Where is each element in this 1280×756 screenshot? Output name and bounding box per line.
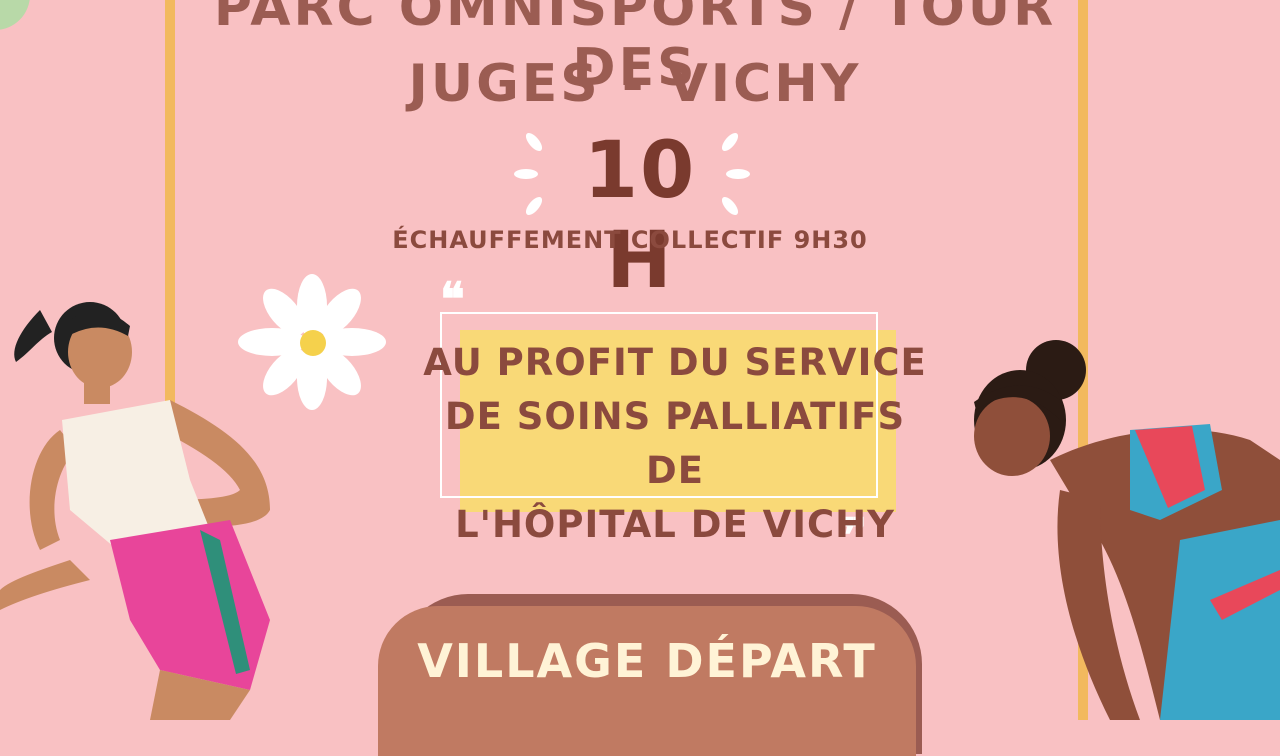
- charity-message: AU PROFIT DU SERVICE DE SOINS PALLIATIFS…: [410, 336, 940, 552]
- runner-woman-left-illustration: [0, 302, 270, 720]
- runner-woman-right-illustration: [974, 340, 1280, 720]
- open-quote-icon: ❝: [440, 272, 465, 326]
- title-line-2: JUGES - VICHY: [408, 54, 862, 114]
- charity-line-2: DE SOINS PALLIATIFS DE: [444, 395, 906, 492]
- warmup-time: ÉCHAUFFEMENT COLLECTIF 9H30: [392, 226, 868, 254]
- leaf-decoration: [0, 0, 30, 30]
- village-depart-label: VILLAGE DÉPART: [417, 634, 877, 688]
- charity-line-3: L'HÔPITAL DE VICHY: [455, 503, 895, 546]
- start-time: 10 H: [583, 126, 697, 306]
- charity-line-1: AU PROFIT DU SERVICE: [423, 341, 927, 384]
